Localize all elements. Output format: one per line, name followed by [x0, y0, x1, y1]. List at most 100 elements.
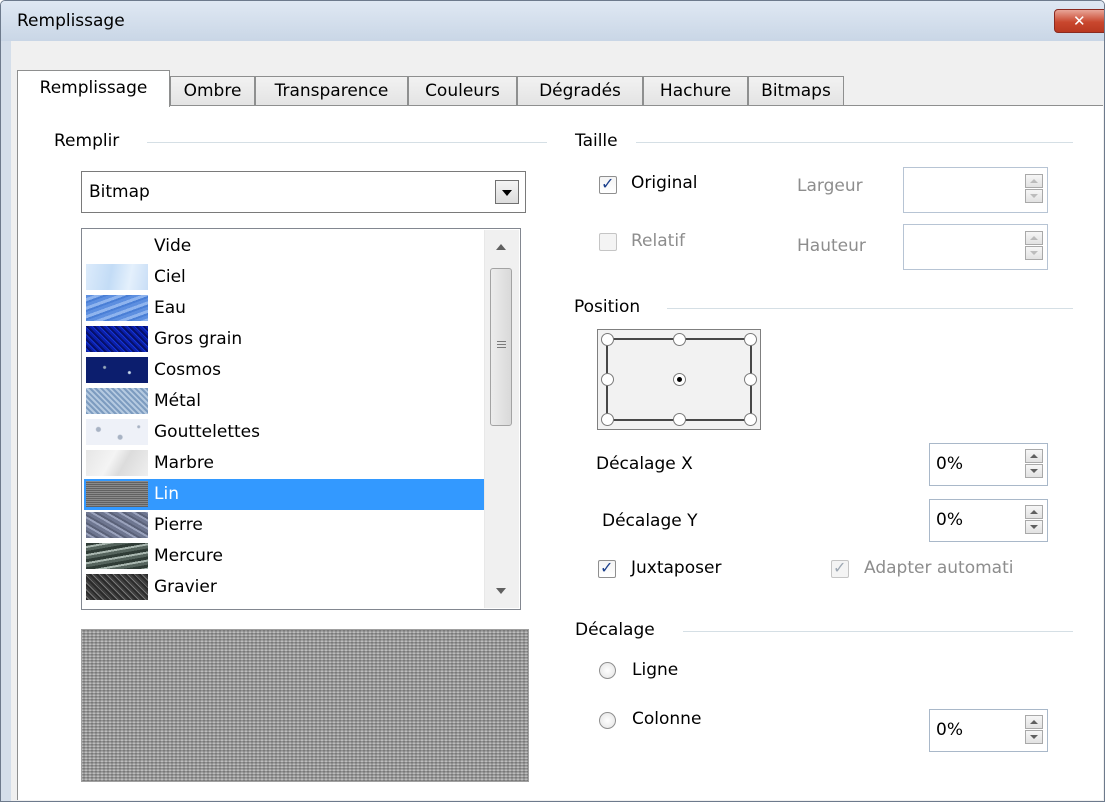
chevron-up-icon[interactable]: [1025, 715, 1043, 729]
close-icon: ✕: [1073, 12, 1086, 30]
original-checkbox[interactable]: ✓: [599, 174, 617, 194]
decalage-x-spinbox[interactable]: 0%: [929, 443, 1048, 486]
ligne-label[interactable]: Ligne: [632, 660, 678, 680]
swatch-gouttelettes: [86, 419, 148, 445]
position-grid[interactable]: [597, 329, 761, 430]
scroll-up-icon[interactable]: [496, 244, 506, 250]
list-item[interactable]: Gros grain: [84, 324, 486, 355]
decalage-x-label: Décalage X: [596, 454, 693, 474]
list-item-label: Marbre: [154, 453, 214, 473]
chevron-down-icon[interactable]: [495, 180, 519, 204]
close-button[interactable]: ✕: [1054, 9, 1104, 33]
list-item-label: Pierre: [154, 515, 203, 535]
decalage-y-value: 0%: [936, 510, 963, 530]
chevron-down-icon[interactable]: [1025, 730, 1043, 744]
title-bar[interactable]: Remplissage ✕: [1, 1, 1104, 41]
list-item-label: Ciel: [154, 267, 186, 287]
juxtaposer-checkbox[interactable]: ✓: [598, 558, 616, 578]
relatif-checkbox[interactable]: [599, 233, 617, 251]
bitmap-list[interactable]: Vide Ciel Eau Gros grain Cosmos Métal Go…: [81, 228, 521, 610]
swatch-gros-grain: [86, 326, 148, 352]
position-top-center[interactable]: [673, 333, 686, 346]
chevron-down-icon[interactable]: [1025, 464, 1043, 478]
decalage-spinbox[interactable]: 0%: [929, 709, 1048, 752]
colonne-radio[interactable]: [599, 712, 616, 729]
list-item-selected[interactable]: Lin: [84, 479, 486, 510]
decalage-x-stepper[interactable]: [1025, 449, 1043, 479]
chevron-up-icon[interactable]: [1025, 449, 1043, 463]
colonne-label[interactable]: Colonne: [632, 709, 701, 729]
relatif-label: Relatif: [631, 231, 686, 251]
scroll-down-icon[interactable]: [496, 588, 506, 594]
ligne-radio[interactable]: [599, 662, 616, 679]
largeur-stepper[interactable]: [1025, 174, 1043, 204]
decalage-y-stepper[interactable]: [1025, 505, 1043, 535]
decalage-y-label: Décalage Y: [602, 511, 698, 531]
swatch-vide: [86, 233, 148, 259]
chevron-up-icon[interactable]: [1025, 174, 1043, 188]
grip-icon: [497, 347, 506, 348]
largeur-spinbox[interactable]: [903, 167, 1048, 213]
chevron-down-icon[interactable]: [1025, 189, 1043, 203]
position-middle-left[interactable]: [601, 373, 614, 386]
list-item-label: Cosmos: [154, 360, 221, 380]
list-item[interactable]: Pierre: [84, 510, 486, 541]
fill-type-select[interactable]: Bitmap: [81, 171, 526, 213]
swatch-cosmos: [86, 357, 148, 383]
list-item[interactable]: Marbre: [84, 448, 486, 479]
list-item[interactable]: Mercure: [84, 541, 486, 572]
chevron-down-icon[interactable]: [1025, 520, 1043, 534]
position-bottom-right[interactable]: [744, 413, 757, 426]
list-item[interactable]: Cosmos: [84, 355, 486, 386]
list-scrollbar[interactable]: [484, 230, 519, 608]
adapter-checkbox[interactable]: ✓: [831, 558, 849, 578]
scroll-thumb[interactable]: [490, 268, 512, 426]
decalage-stepper[interactable]: [1025, 715, 1043, 745]
position-bottom-center[interactable]: [673, 413, 686, 426]
adapter-label: Adapter automati: [864, 558, 1014, 578]
hauteur-spinbox[interactable]: [903, 224, 1048, 270]
swatch-eau: [86, 295, 148, 321]
list-item-label: Gravier: [154, 577, 217, 597]
chevron-up-icon[interactable]: [1025, 231, 1043, 245]
tab-ombre[interactable]: Ombre: [170, 76, 255, 106]
original-label[interactable]: Original: [631, 173, 698, 193]
tab-transparence[interactable]: Transparence: [255, 76, 408, 106]
position-top-right[interactable]: [744, 333, 757, 346]
position-middle-right[interactable]: [744, 373, 757, 386]
bitmap-preview: [81, 629, 529, 782]
chevron-down-icon[interactable]: [1025, 246, 1043, 260]
hauteur-label: Hauteur: [797, 236, 866, 256]
tab-bitmaps[interactable]: Bitmaps: [748, 76, 844, 106]
list-item-label: Mercure: [154, 546, 223, 566]
decalage-y-spinbox[interactable]: 0%: [929, 499, 1048, 542]
list-item[interactable]: Vide: [84, 231, 486, 262]
chevron-up-icon[interactable]: [1025, 505, 1043, 519]
list-item[interactable]: Gouttelettes: [84, 417, 486, 448]
swatch-lin: [86, 481, 148, 507]
position-center[interactable]: [673, 373, 686, 386]
swatch-gravier: [86, 574, 148, 600]
juxtaposer-label[interactable]: Juxtaposer: [631, 558, 721, 578]
list-item-label: Métal: [154, 391, 201, 411]
window-frame: [1, 41, 11, 801]
decalage-x-value: 0%: [936, 454, 963, 474]
position-group-label: Position: [574, 297, 641, 317]
swatch-pierre: [86, 512, 148, 538]
list-item-label: Eau: [154, 298, 186, 318]
tab-couleurs[interactable]: Couleurs: [408, 76, 517, 106]
position-top-left[interactable]: [601, 333, 614, 346]
tab-remplissage[interactable]: Remplissage: [17, 70, 170, 107]
tab-degrades[interactable]: Dégradés: [517, 76, 643, 106]
decalage-value: 0%: [936, 720, 963, 740]
remplir-group-label: Remplir: [54, 131, 120, 151]
position-bottom-left[interactable]: [601, 413, 614, 426]
largeur-label: Largeur: [797, 176, 863, 196]
tab-hachure[interactable]: Hachure: [643, 76, 748, 106]
list-item[interactable]: Gravier: [84, 572, 486, 603]
list-item[interactable]: Ciel: [84, 262, 486, 293]
list-item[interactable]: Eau: [84, 293, 486, 324]
decalage-group-label: Décalage: [575, 620, 655, 640]
list-item[interactable]: Métal: [84, 386, 486, 417]
hauteur-stepper[interactable]: [1025, 231, 1043, 261]
